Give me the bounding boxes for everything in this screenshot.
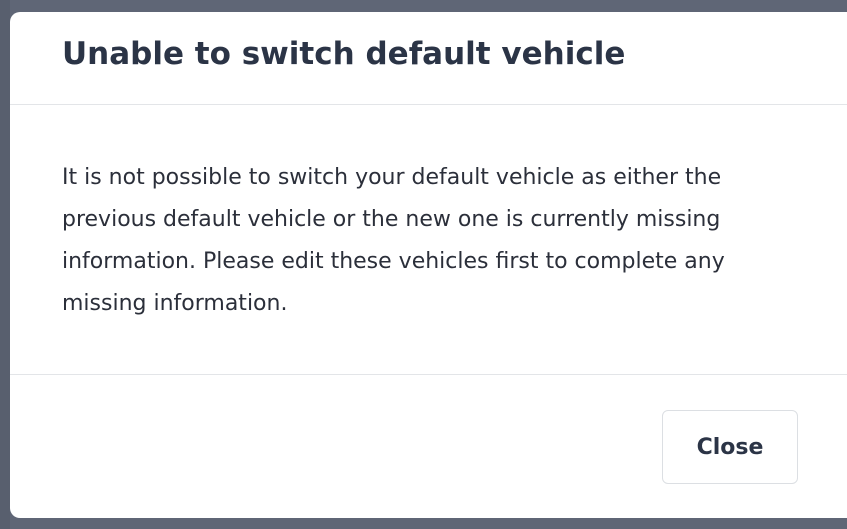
dialog-header: Unable to switch default vehicle bbox=[10, 12, 847, 105]
dialog-message: It is not possible to switch your defaul… bbox=[62, 165, 725, 316]
dialog-footer: Close bbox=[10, 375, 847, 518]
dialog-title: Unable to switch default vehicle bbox=[62, 36, 626, 72]
close-button[interactable]: Close bbox=[662, 410, 798, 484]
dialog-body: It is not possible to switch your defaul… bbox=[10, 105, 847, 375]
page-behind-overlay bbox=[0, 0, 10, 529]
error-dialog: Unable to switch default vehicle It is n… bbox=[10, 12, 847, 518]
